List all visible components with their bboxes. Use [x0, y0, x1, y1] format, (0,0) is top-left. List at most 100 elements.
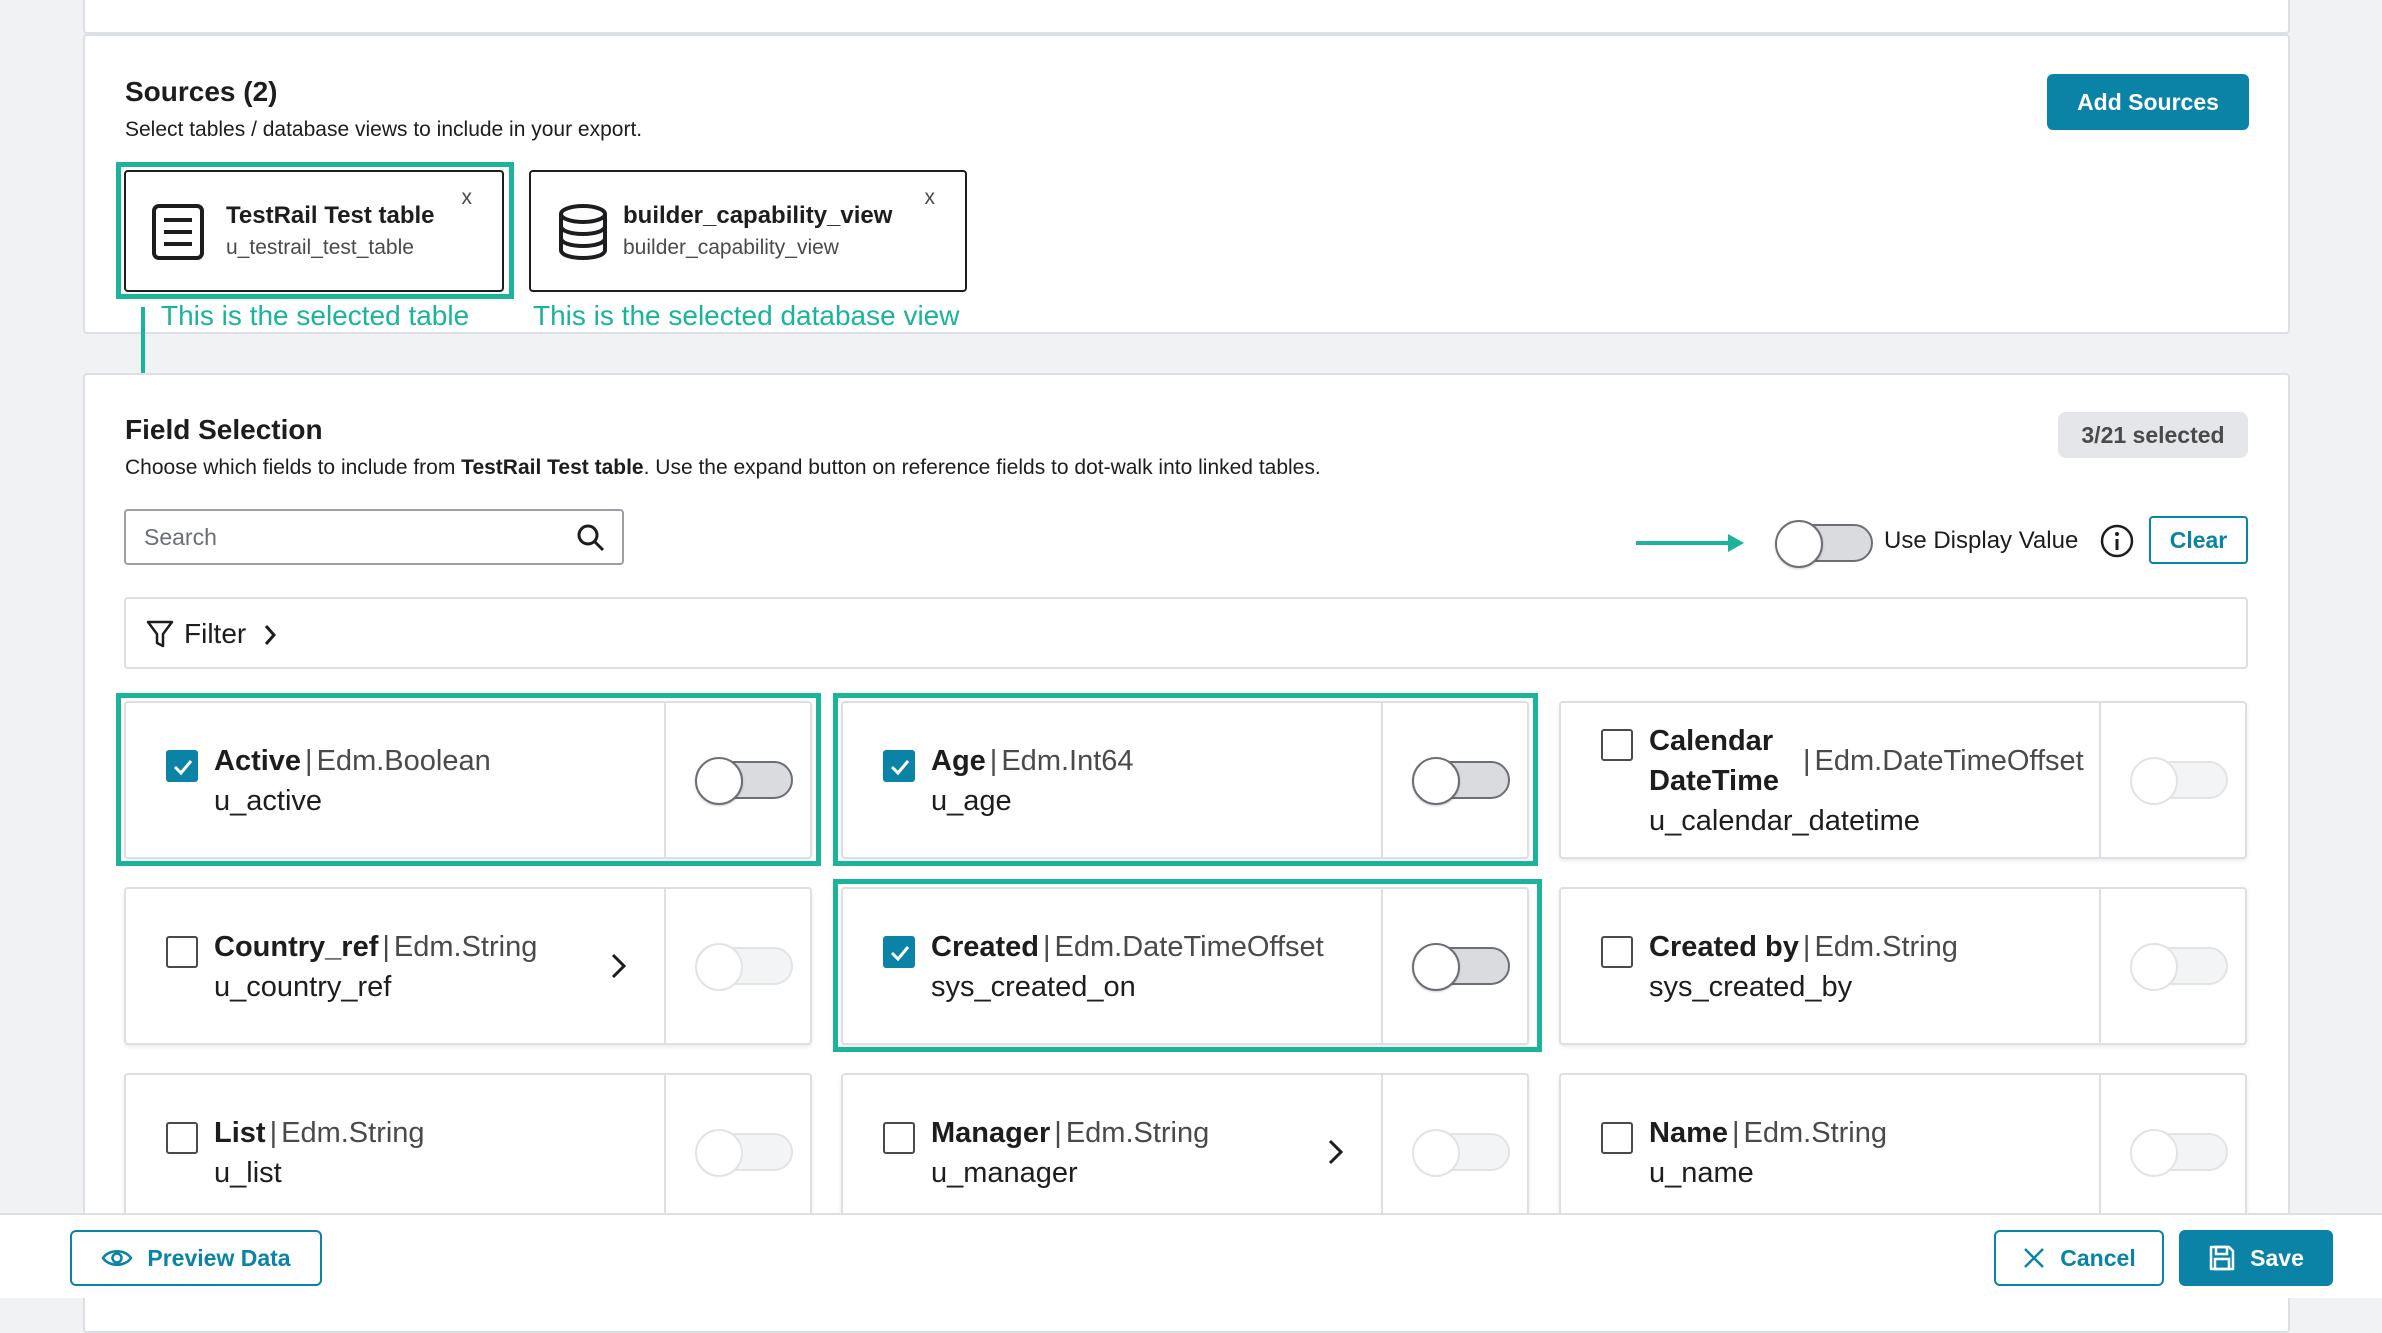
checkmark-icon [890, 760, 910, 776]
sources-title: Sources (2) [125, 76, 278, 107]
search-input[interactable] [142, 519, 562, 555]
field-type: Edm.String [1743, 1117, 1887, 1149]
annotation-selected-table: This is the selected table [161, 300, 470, 331]
field-display-toggle [695, 943, 793, 991]
cancel-button[interactable]: Cancel [1994, 1230, 2164, 1286]
info-icon[interactable] [2099, 523, 2135, 559]
field-checkbox[interactable] [1601, 936, 1633, 968]
field-card-active[interactable]: Active | Edm.Boolean u_active [124, 701, 812, 859]
use-display-value-toggle[interactable] [1775, 520, 1873, 568]
field-checkbox[interactable] [166, 1122, 198, 1154]
field-checkbox[interactable] [166, 936, 198, 968]
field-id: u_age [931, 785, 1012, 817]
save-button[interactable]: Save [2179, 1230, 2333, 1286]
field-type: Edm.String [1065, 1117, 1210, 1149]
cancel-label: Cancel [2060, 1244, 2136, 1271]
filter-label: Filter [184, 618, 247, 649]
field-card-created[interactable]: Created | Edm.DateTimeOffset sys_created_o… [841, 887, 1529, 1045]
field-display-toggle[interactable] [1412, 757, 1510, 805]
add-sources-button[interactable]: Add Sources [2047, 74, 2249, 130]
eye-icon [101, 1250, 133, 1266]
field-card-manager[interactable]: Manager | Edm.String u_manager [841, 1073, 1529, 1231]
field-id: u_name [1649, 1157, 1754, 1189]
preview-data-label: Preview Data [147, 1244, 291, 1271]
selected-count-badge: 3/21 selected [2058, 412, 2248, 458]
filter-bar[interactable]: Filter [124, 597, 2248, 669]
remove-source-button[interactable]: x [462, 186, 473, 210]
field-id: u_calendar_datetime [1649, 805, 1920, 837]
field-display-toggle [2130, 757, 2228, 805]
footer-bar: Preview Data Cancel Save [0, 1213, 2382, 1298]
field-display-toggle [1412, 1129, 1510, 1177]
field-name-line2: DateTime [1649, 765, 1780, 797]
expand-chevron-icon[interactable] [1325, 1137, 1347, 1167]
filter-icon [146, 620, 174, 648]
field-type: Edm.DateTimeOffset [1814, 745, 2084, 777]
field-name: Age [931, 745, 986, 777]
source-card-builder-capability-view[interactable]: builder_capability_view builder_capabili… [529, 170, 967, 292]
field-id: u_manager [931, 1157, 1078, 1189]
field-type: Edm.String [393, 931, 538, 963]
field-name: Created [931, 931, 1039, 963]
clear-button[interactable]: Clear [2149, 516, 2248, 564]
field-display-toggle [2130, 1129, 2228, 1177]
remove-source-button[interactable]: x [925, 186, 936, 210]
expand-chevron-icon[interactable] [608, 951, 630, 981]
field-checkbox[interactable] [1601, 1122, 1633, 1154]
field-display-toggle[interactable] [695, 757, 793, 805]
search-field[interactable] [124, 509, 624, 565]
field-id: sys_created_by [1649, 971, 1853, 1003]
field-name: Created by [1649, 931, 1799, 963]
field-checkbox[interactable] [1601, 729, 1633, 761]
field-name-line1: Calendar [1649, 725, 1774, 757]
field-id: u_country_ref [214, 971, 392, 1003]
field-name: List [214, 1117, 266, 1149]
field-checkbox[interactable] [883, 936, 915, 968]
field-card-name[interactable]: Name | Edm.String u_name [1559, 1073, 2247, 1231]
save-icon [2209, 1245, 2235, 1271]
field-selection-title: Field Selection [125, 414, 323, 445]
field-id: u_active [214, 785, 323, 817]
chevron-right-icon[interactable] [262, 623, 278, 647]
field-name: Country_ref [214, 931, 379, 963]
close-icon [2024, 1248, 2045, 1268]
use-display-value-label: Use Display Value [1884, 527, 2079, 554]
source-card-testrail-test-table[interactable]: TestRail Test table u_testrail_test_tabl… [124, 170, 504, 292]
field-name: Active [214, 745, 302, 777]
field-name: Name [1649, 1117, 1728, 1149]
annotation-selected-view: This is the selected database view [533, 300, 960, 331]
field-id: sys_created_on [931, 971, 1136, 1003]
field-display-toggle [2130, 943, 2228, 991]
checkmark-icon [173, 760, 193, 776]
checkmark-icon [890, 946, 910, 962]
field-checkbox[interactable] [883, 1122, 915, 1154]
field-id: u_list [214, 1157, 282, 1189]
field-checkbox[interactable] [883, 750, 915, 782]
database-icon [559, 204, 607, 261]
field-selection-subtitle: Choose which fields to include from Test… [125, 456, 1321, 479]
field-type: Edm.String [281, 1117, 425, 1149]
field-type: Edm.DateTimeOffset [1054, 931, 1324, 963]
field-display-toggle[interactable] [1412, 943, 1510, 991]
field-display-toggle [695, 1129, 793, 1177]
source-name: TestRail Test table [226, 202, 435, 229]
field-card-age[interactable]: Age | Edm.Int64 u_age [841, 701, 1529, 859]
sources-subtitle: Select tables / database views to includ… [125, 118, 643, 141]
source-id: u_testrail_test_table [226, 236, 414, 259]
field-card-calendar-datetime[interactable]: Calendar DateTime | Edm.DateTimeOffset u_… [1559, 701, 2247, 859]
field-checkbox[interactable] [166, 750, 198, 782]
previous-panel [83, 0, 2290, 34]
field-type: Edm.Boolean [316, 745, 491, 777]
field-card-created-by[interactable]: Created by | Edm.String sys_created_by [1559, 887, 2247, 1045]
save-label: Save [2250, 1244, 2304, 1271]
preview-data-button[interactable]: Preview Data [70, 1230, 322, 1286]
field-type: Edm.String [1814, 931, 1958, 963]
source-id: builder_capability_view [623, 236, 839, 259]
toggle-knob [1775, 520, 1823, 568]
field-type: Edm.Int64 [1001, 745, 1134, 777]
search-icon[interactable] [576, 523, 606, 553]
source-name: builder_capability_view [623, 202, 893, 229]
arrow-right-icon [1636, 534, 1744, 552]
field-card-list[interactable]: List | Edm.String u_list [124, 1073, 812, 1231]
field-card-country-ref[interactable]: Country_ref | Edm.String u_country_ref [124, 887, 812, 1045]
